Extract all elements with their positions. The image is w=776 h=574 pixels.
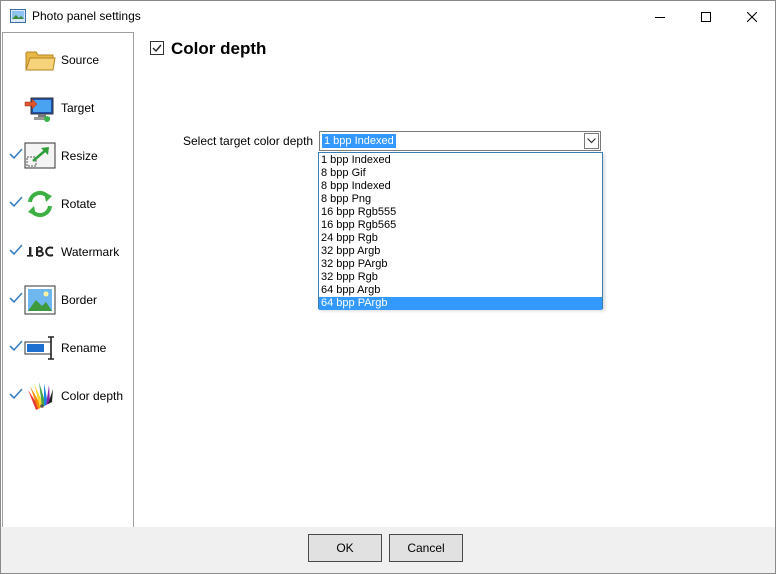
maximize-icon	[701, 11, 711, 22]
sidebar-item-source[interactable]: Source	[3, 35, 133, 83]
sidebar-item-label: Resize	[61, 149, 98, 163]
option-item[interactable]: 64 bpp Argb	[319, 284, 602, 297]
option-item-highlighted[interactable]: 64 bpp PArgb	[319, 297, 602, 310]
sidebar-item-label: Color depth	[61, 389, 124, 403]
checkmark-icon	[9, 148, 23, 160]
sidebar-item-rotate[interactable]: Rotate	[3, 179, 133, 227]
resize-icon	[24, 140, 56, 172]
sidebar-item-watermark[interactable]: Watermark	[3, 227, 133, 275]
sidebar: Source Target Resize Rotate Watermark Bo…	[2, 32, 134, 528]
watermark-abc-icon	[24, 236, 56, 268]
color-depth-options-list[interactable]: 1 bpp Indexed 8 bpp Gif 8 bpp Indexed 8 …	[318, 152, 603, 310]
option-item[interactable]: 16 bpp Rgb565	[319, 219, 602, 232]
dialog-window: Photo panel settings Source Target Resiz…	[0, 0, 776, 574]
checkmark-icon	[9, 244, 23, 256]
photo-panel-icon	[10, 9, 26, 23]
minimize-button[interactable]	[637, 1, 683, 32]
rotate-icon	[24, 188, 56, 220]
window-title: Photo panel settings	[32, 9, 141, 23]
border-picture-icon	[24, 284, 56, 316]
color-depth-label: Select target color depth	[183, 134, 314, 148]
folder-icon	[24, 44, 56, 76]
computer-target-icon	[24, 92, 56, 124]
dialog-footer: OK Cancel	[1, 527, 775, 573]
sidebar-item-border[interactable]: Border	[3, 275, 133, 323]
checkmark-icon	[9, 196, 23, 208]
option-item[interactable]: 32 bpp Argb	[319, 245, 602, 258]
sidebar-item-resize[interactable]: Resize	[3, 131, 133, 179]
sidebar-item-label: Source	[61, 53, 100, 67]
dropdown-button[interactable]	[584, 133, 599, 149]
sidebar-item-label: Watermark	[61, 245, 120, 259]
sidebar-item-rename[interactable]: Rename	[3, 323, 133, 371]
title-bar[interactable]: Photo panel settings	[1, 1, 775, 32]
option-item[interactable]: 32 bpp PArgb	[319, 258, 602, 271]
section-enable-checkbox[interactable]	[150, 41, 164, 55]
option-item[interactable]: 8 bpp Png	[319, 193, 602, 206]
color-palette-icon	[24, 380, 56, 412]
option-item[interactable]: 16 bpp Rgb555	[319, 206, 602, 219]
close-button[interactable]	[729, 1, 775, 32]
option-item[interactable]: 1 bpp Indexed	[319, 154, 602, 167]
ok-button[interactable]: OK	[308, 534, 382, 562]
option-item[interactable]: 24 bpp Rgb	[319, 232, 602, 245]
checkmark-icon	[9, 292, 23, 304]
section-title: Color depth	[171, 39, 267, 58]
selected-value: 1 bpp Indexed	[322, 134, 396, 148]
sidebar-item-label: Target	[61, 101, 95, 115]
option-item[interactable]: 32 bpp Rgb	[319, 271, 602, 284]
option-item[interactable]: 8 bpp Indexed	[319, 180, 602, 193]
close-icon	[747, 11, 757, 22]
sidebar-item-target[interactable]: Target	[3, 83, 133, 131]
chevron-down-icon	[587, 138, 596, 144]
sidebar-item-label: Border	[61, 293, 98, 307]
option-item[interactable]: 8 bpp Gif	[319, 167, 602, 180]
maximize-button[interactable]	[683, 1, 729, 32]
sidebar-item-label: Rename	[61, 341, 107, 355]
rename-icon	[24, 332, 56, 364]
minimize-icon	[655, 16, 665, 18]
color-depth-select[interactable]: 1 bpp Indexed	[319, 131, 601, 151]
checkmark-icon	[152, 44, 162, 53]
sidebar-item-color-depth[interactable]: Color depth	[3, 371, 133, 419]
sidebar-item-label: Rotate	[61, 197, 97, 211]
checkmark-icon	[9, 388, 23, 400]
cancel-button[interactable]: Cancel	[389, 534, 463, 562]
checkmark-icon	[9, 340, 23, 352]
